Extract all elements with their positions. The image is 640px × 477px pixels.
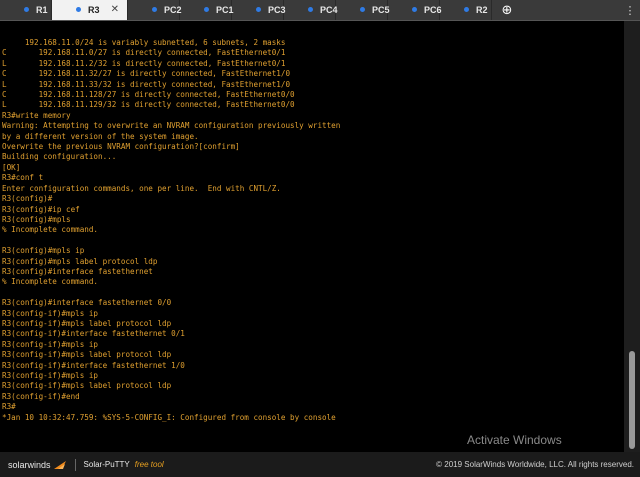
- terminal-line: R3(config-if)#interface fastethernet 1/0: [2, 360, 185, 370]
- terminal-line: Overwrite the previous NVRAM configurati…: [2, 142, 240, 152]
- terminal-line: R3(config)#interface fastethernet 0/0: [2, 298, 172, 308]
- tab-list: R1 R3 ✕ PC2 PC1 PC3 PC4 PC5 PC6 R2: [0, 0, 492, 20]
- terminal-line: L 192.168.11.2/32 is directly connected,…: [2, 58, 286, 68]
- terminal-line: R3#: [2, 402, 16, 412]
- terminal-line: by a different version of the system ima…: [2, 131, 199, 141]
- more-vertical-icon: ⋮: [624, 3, 636, 17]
- tab-pc3[interactable]: PC3: [232, 0, 286, 20]
- activate-windows-watermark: Activate Windows: [467, 433, 562, 447]
- tab-pc1[interactable]: PC1: [180, 0, 234, 20]
- status-dot-icon: [308, 7, 313, 12]
- tab-label: PC3: [268, 5, 286, 15]
- terminal-line: R3(config-if)#mpls ip: [2, 308, 99, 318]
- status-dot-icon: [76, 7, 81, 12]
- terminal-line: C 192.168.11.128/27 is directly connecte…: [2, 90, 295, 100]
- tab-pc5[interactable]: PC5: [336, 0, 390, 20]
- terminal-line: Enter configuration commands, one per li…: [2, 183, 281, 193]
- tab-pc4[interactable]: PC4: [284, 0, 338, 20]
- terminal-line: L 192.168.11.129/32 is directly connecte…: [2, 100, 295, 110]
- plus-icon: ⊕: [501, 2, 513, 18]
- tab-label: PC1: [216, 5, 234, 15]
- terminal-line: R3(config)#mpls: [2, 214, 71, 224]
- tab-label: PC5: [372, 5, 390, 15]
- terminal-line: Building configuration...: [2, 152, 117, 162]
- status-dot-icon: [360, 7, 365, 12]
- terminal-line: C 192.168.11.0/27 is directly connected,…: [2, 48, 286, 58]
- copyright-text: © 2019 SolarWinds Worldwide, LLC. All ri…: [436, 460, 634, 469]
- product-name: Solar-PuTTY: [83, 460, 130, 469]
- terminal-line: L 192.168.11.33/32 is directly connected…: [2, 79, 291, 89]
- status-dot-icon: [256, 7, 261, 12]
- tab-pc6[interactable]: PC6: [388, 0, 442, 20]
- tab-r2[interactable]: R2: [440, 0, 492, 20]
- terminal-line: % Incomplete command.: [2, 225, 99, 235]
- flame-icon: [53, 460, 66, 469]
- terminal-line: R3(config-if)#mpls label protocol ldp: [2, 318, 172, 328]
- free-tool-label: free tool: [134, 460, 164, 469]
- status-dot-icon: [24, 7, 29, 12]
- brand-name: solarwinds: [8, 459, 51, 470]
- terminal-line: R3#write memory: [2, 110, 71, 120]
- new-tab-button[interactable]: ⊕: [498, 0, 516, 20]
- terminal-line: R3(config-if)#end: [2, 391, 80, 401]
- terminal-line: R3(config)#ip cef: [2, 204, 80, 214]
- status-dot-icon: [204, 7, 209, 12]
- terminal-line: *Jan 10 10:32:47.759: %SYS-5-CONFIG_I: C…: [2, 412, 336, 422]
- solarwinds-logo: solarwinds: [8, 460, 67, 470]
- terminal-line: R3(config-if)#mpls label protocol ldp: [2, 350, 172, 360]
- terminal-line: R3#conf t: [2, 173, 44, 183]
- tab-label: PC6: [424, 5, 442, 15]
- terminal-line: R3(config)#mpls label protocol ldp: [2, 256, 158, 266]
- tab-label: PC4: [320, 5, 338, 15]
- tab-label: R3: [88, 5, 100, 15]
- terminal-lines: 192.168.11.0/24 is variably subnetted, 6…: [0, 21, 624, 423]
- terminal-line: R3(config-if)#mpls ip: [2, 370, 99, 380]
- scrollbar-thumb[interactable]: [629, 351, 635, 449]
- terminal-line: R3(config-if)#mpls ip: [2, 339, 99, 349]
- terminal-output[interactable]: 192.168.11.0/24 is variably subnetted, 6…: [0, 21, 624, 452]
- terminal-line: R3(config-if)#interface fastethernet 0/1: [2, 329, 185, 339]
- terminal-line: Warning: Attempting to overwrite an NVRA…: [2, 121, 341, 131]
- terminal-line: 192.168.11.0/24 is variably subnetted, 6…: [2, 38, 286, 47]
- terminal-scrollbar[interactable]: [624, 21, 640, 452]
- terminal-line: R3(config)#interface fastethernet: [2, 266, 153, 276]
- tab-label: R1: [36, 5, 48, 15]
- terminal-line: C 192.168.11.32/27 is directly connected…: [2, 69, 291, 79]
- terminal-line: [OK]: [2, 162, 21, 172]
- tab-r1[interactable]: R1: [0, 0, 52, 20]
- tab-pc2[interactable]: PC2: [128, 0, 182, 20]
- status-footer: solarwinds Solar-PuTTY free tool © 2019 …: [0, 452, 640, 477]
- tab-menu-button[interactable]: ⋮: [620, 0, 640, 20]
- status-dot-icon: [464, 7, 469, 12]
- terminal-line: R3(config)#mpls ip: [2, 246, 85, 256]
- terminal-line: % Incomplete command.: [2, 277, 99, 287]
- tab-label: R2: [476, 5, 488, 15]
- terminal-line: R3(config-if)#mpls label protocol ldp: [2, 381, 172, 391]
- status-dot-icon: [152, 7, 157, 12]
- footer-divider: [74, 458, 76, 471]
- tab-bar: R1 R3 ✕ PC2 PC1 PC3 PC4 PC5 PC6 R2 ⊕ ⋮: [0, 0, 640, 21]
- tab-r3[interactable]: R3 ✕: [52, 0, 128, 20]
- close-tab-icon[interactable]: ✕: [111, 4, 119, 15]
- terminal-line: R3(config)#: [2, 194, 53, 204]
- status-dot-icon: [412, 7, 417, 12]
- tab-label: PC2: [164, 5, 182, 15]
